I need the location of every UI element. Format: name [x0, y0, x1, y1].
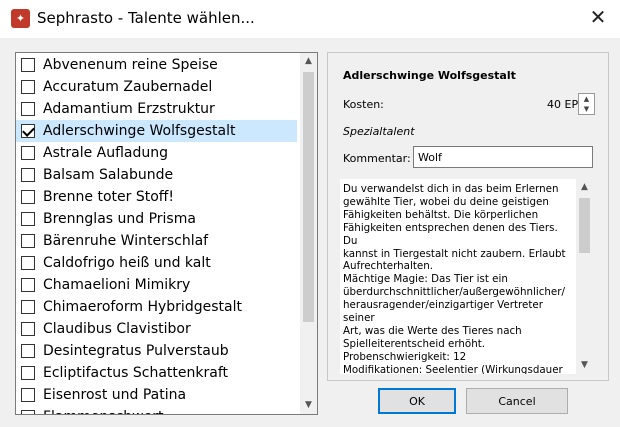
checkbox[interactable] [21, 102, 35, 116]
scroll-down-icon[interactable]: ▼ [300, 397, 317, 414]
checkbox[interactable] [21, 190, 35, 204]
detail-panel: Adlerschwinge Wolfsgestalt Kosten: 40 EP… [327, 52, 609, 381]
list-item-label: Ecliptifactus Schattenkraft [43, 365, 229, 381]
checkbox[interactable] [21, 146, 35, 160]
list-item[interactable]: Brennglas und Prisma [16, 208, 297, 230]
checkbox[interactable] [21, 388, 35, 402]
checkbox[interactable] [21, 58, 35, 72]
list-item-label: Caldofrigo heiß und kalt [43, 255, 211, 271]
list-item-label: Brenne toter Stoff! [43, 189, 175, 205]
list-item-label: Chamaelioni Mimikry [43, 277, 191, 293]
list-item[interactable]: Accuratum Zaubernadel [16, 76, 297, 98]
list-item[interactable]: Abvenenum reine Speise [16, 54, 297, 76]
list-item[interactable]: Ecliptifactus Schattenkraft [16, 362, 297, 384]
checkbox[interactable] [21, 344, 35, 358]
list-item[interactable]: Brenne toter Stoff! [16, 186, 297, 208]
detail-title: Adlerschwinge Wolfsgestalt [343, 69, 516, 82]
list-item[interactable]: Eisenrost und Patina [16, 384, 297, 406]
list-item-label: Astrale Aufladung [43, 145, 169, 161]
list-item-label: Eisenrost und Patina [43, 387, 187, 403]
title-bar: ✦ Sephrasto - Talente wählen... ✕ [0, 0, 620, 38]
scroll-down-icon[interactable]: ▼ [576, 357, 593, 374]
list-item-label: Adamantium Erzstruktur [43, 101, 215, 117]
list-item[interactable]: Caldofrigo heiß und kalt [16, 252, 297, 274]
scroll-up-icon[interactable]: ▲ [576, 179, 593, 196]
window-title: Sephrasto - Talente wählen... [37, 9, 255, 27]
checkbox[interactable] [21, 168, 35, 182]
list-item[interactable]: Adlerschwinge Wolfsgestalt [16, 120, 297, 142]
list-item-label: Brennglas und Prisma [43, 211, 196, 227]
talent-type: Spezialtalent [343, 125, 415, 138]
checkbox[interactable] [21, 300, 35, 314]
description-scrollbar[interactable]: ▲ ▼ [576, 179, 593, 374]
list-item[interactable]: Desintegratus Pulverstaub [16, 340, 297, 362]
talent-list[interactable]: Flammenschwert Eisenrost und Patina Eclipt… [15, 52, 318, 415]
scroll-thumb[interactable] [303, 72, 314, 322]
list-item-label: Bärenruhe Winterschlaf [43, 233, 209, 249]
scroll-up-icon[interactable]: ▲ [300, 53, 317, 70]
kommentar-input[interactable]: Wolf [413, 146, 593, 168]
checkbox[interactable] [21, 278, 35, 292]
list-item-label: Chimaeroform Hybridgestalt [43, 299, 242, 315]
kosten-spinner[interactable]: ▲ ▼ [578, 93, 595, 115]
kosten-value[interactable]: 40 EP [547, 98, 578, 111]
list-item[interactable]: Claudibus Clavistibor [16, 318, 297, 340]
checkbox[interactable] [21, 366, 35, 380]
checkbox[interactable] [21, 256, 35, 270]
cancel-button[interactable]: Cancel [466, 388, 568, 414]
spin-up-icon[interactable]: ▲ [579, 94, 594, 104]
list-item-label: Claudibus Clavistibor [43, 321, 191, 337]
list-item[interactable]: Chimaeroform Hybridgestalt [16, 296, 297, 318]
list-item[interactable]: Flammenschwert [16, 406, 297, 414]
list-item-label: Desintegratus Pulverstaub [43, 343, 229, 359]
close-icon[interactable]: ✕ [588, 7, 608, 27]
list-item[interactable]: Astrale Aufladung [16, 142, 297, 164]
list-item-label: Balsam Salabunde [43, 167, 174, 183]
description-box[interactable]: Du verwandelst dich in das beim Erlernen… [340, 179, 593, 374]
checkbox[interactable] [21, 234, 35, 248]
scroll-thumb[interactable] [579, 198, 590, 253]
kosten-label: Kosten: [343, 98, 384, 111]
list-item[interactable]: Adamantium Erzstruktur [16, 98, 297, 120]
list-item-label: Accuratum Zaubernadel [43, 79, 213, 95]
checkbox[interactable] [21, 80, 35, 94]
ok-button[interactable]: OK [378, 388, 456, 414]
list-item[interactable]: Bärenruhe Winterschlaf [16, 230, 297, 252]
checkbox[interactable] [21, 410, 35, 414]
checkbox[interactable] [21, 322, 35, 336]
list-scrollbar[interactable]: ▲ ▼ [300, 53, 317, 414]
list-item[interactable]: Balsam Salabunde [16, 164, 297, 186]
spin-down-icon[interactable]: ▼ [579, 104, 594, 114]
app-icon: ✦ [11, 9, 30, 28]
description-text: Du verwandelst dich in das beim Erlernen… [343, 183, 566, 374]
list-item-label: Abvenenum reine Speise [43, 57, 218, 73]
checkbox[interactable] [21, 212, 35, 226]
checkbox[interactable] [21, 124, 35, 138]
kommentar-label: Kommentar: [343, 152, 411, 165]
list-item-label: Adlerschwinge Wolfsgestalt [43, 123, 236, 139]
list-item-label: Flammenschwert [43, 409, 163, 414]
list-item[interactable]: Chamaelioni Mimikry [16, 274, 297, 296]
